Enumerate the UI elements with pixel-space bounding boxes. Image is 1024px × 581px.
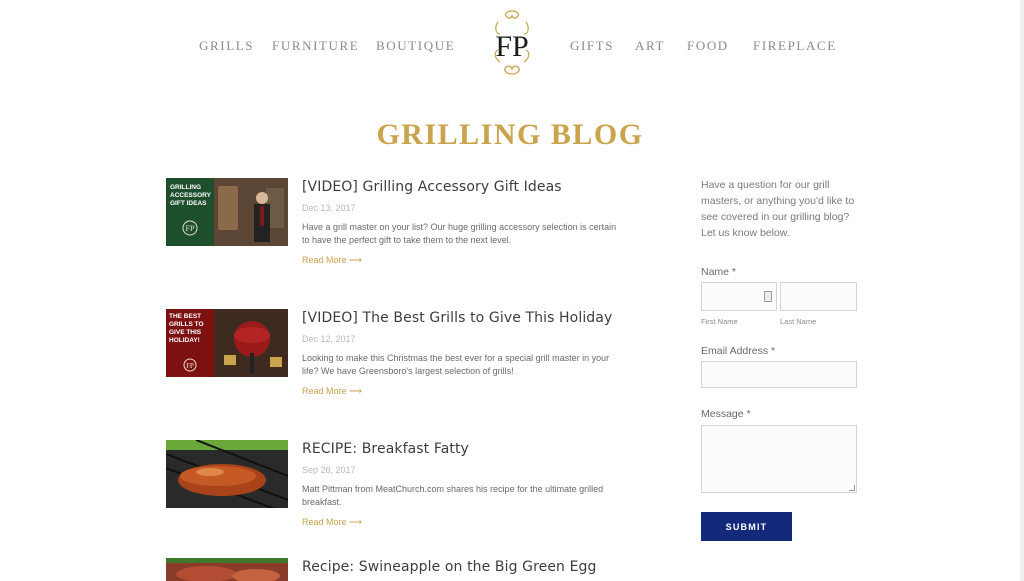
email-input[interactable]: [701, 361, 857, 388]
post-title[interactable]: RECIPE: Breakfast Fatty: [302, 440, 622, 458]
post-excerpt: Looking to make this Christmas the best …: [302, 353, 610, 376]
logo-emblem-icon: FP: [494, 10, 530, 75]
main-nav: GRILLS FURNITURE BOUTIQUE FP GIFTS ART F…: [0, 0, 1020, 100]
thumbnail-image: [166, 558, 288, 581]
scrollbar[interactable]: [1020, 0, 1024, 581]
post-thumbnail[interactable]: [166, 558, 288, 581]
post-excerpt: Matt Pittman from MeatChurch.com shares …: [302, 484, 604, 507]
post-title[interactable]: Recipe: Swineapple on the Big Green Egg: [302, 558, 622, 576]
nav-fireplace[interactable]: FIREPLACE: [753, 38, 837, 54]
name-label: Name *: [701, 266, 737, 278]
post-thumbnail[interactable]: FP THE BEST GRILLS TO GIVE THIS HOLIDAY!: [166, 309, 288, 377]
last-name-label: Last Name: [780, 317, 817, 326]
nav-food[interactable]: FOOD: [687, 38, 729, 54]
svg-text:FP: FP: [186, 362, 194, 370]
read-more-link[interactable]: Read More ⟶: [302, 385, 622, 397]
post-title[interactable]: [VIDEO] Grilling Accessory Gift Ideas: [302, 178, 622, 196]
nav-boutique[interactable]: BOUTIQUE: [376, 38, 455, 54]
thumbnail-caption: GRILLING ACCESSORY GIFT IDEAS: [170, 184, 211, 207]
site-logo[interactable]: FP: [484, 8, 540, 78]
post-excerpt: Have a grill master on your list? Our hu…: [302, 222, 617, 245]
email-label: Email Address *: [701, 345, 776, 357]
blog-post: FP THE BEST GRILLS TO GIVE THIS HOLIDAY!…: [166, 309, 626, 409]
first-name-label: First Name: [701, 317, 738, 326]
blog-post: Recipe: Swineapple on the Big Green Egg: [166, 558, 626, 581]
post-date: Dec 12, 2017: [302, 334, 356, 344]
blog-post: FP GRILLING ACCESSORY GIFT IDEAS [VIDEO]…: [166, 178, 626, 278]
post-title[interactable]: [VIDEO] The Best Grills to Give This Hol…: [302, 309, 622, 327]
resize-handle-icon[interactable]: [849, 485, 855, 491]
logo-monogram: FP: [495, 30, 528, 63]
submit-button[interactable]: SUBMIT: [701, 512, 792, 541]
blog-post: RECIPE: Breakfast Fatty Sep 26, 2017 Mat…: [166, 440, 626, 530]
nav-gifts[interactable]: GIFTS: [570, 38, 614, 54]
read-more-link[interactable]: Read More ⟶: [302, 516, 622, 528]
form-intro: Have a question for our grill masters, o…: [701, 179, 855, 239]
last-name-input[interactable]: [780, 282, 857, 311]
message-label: Message *: [701, 408, 751, 420]
post-date: Dec 13, 2017: [302, 203, 356, 213]
post-date: Sep 26, 2017: [302, 465, 356, 475]
contact-card-icon: [764, 291, 772, 302]
first-name-input[interactable]: [701, 282, 777, 311]
post-thumbnail[interactable]: FP GRILLING ACCESSORY GIFT IDEAS: [166, 178, 288, 246]
nav-furniture[interactable]: FURNITURE: [272, 38, 359, 54]
nav-art[interactable]: ART: [635, 38, 665, 54]
thumbnail-caption: THE BEST GRILLS TO GIVE THIS HOLIDAY!: [169, 313, 204, 344]
read-more-link[interactable]: Read More ⟶: [302, 254, 622, 266]
message-textarea[interactable]: [701, 425, 857, 493]
svg-text:FP: FP: [186, 224, 195, 233]
page-title: GRILLING BLOG: [376, 118, 644, 151]
contact-sidebar: Have a question for our grill masters, o…: [701, 177, 861, 241]
thumbnail-image: [166, 440, 288, 508]
nav-grills[interactable]: GRILLS: [199, 38, 254, 54]
post-thumbnail[interactable]: [166, 440, 288, 508]
